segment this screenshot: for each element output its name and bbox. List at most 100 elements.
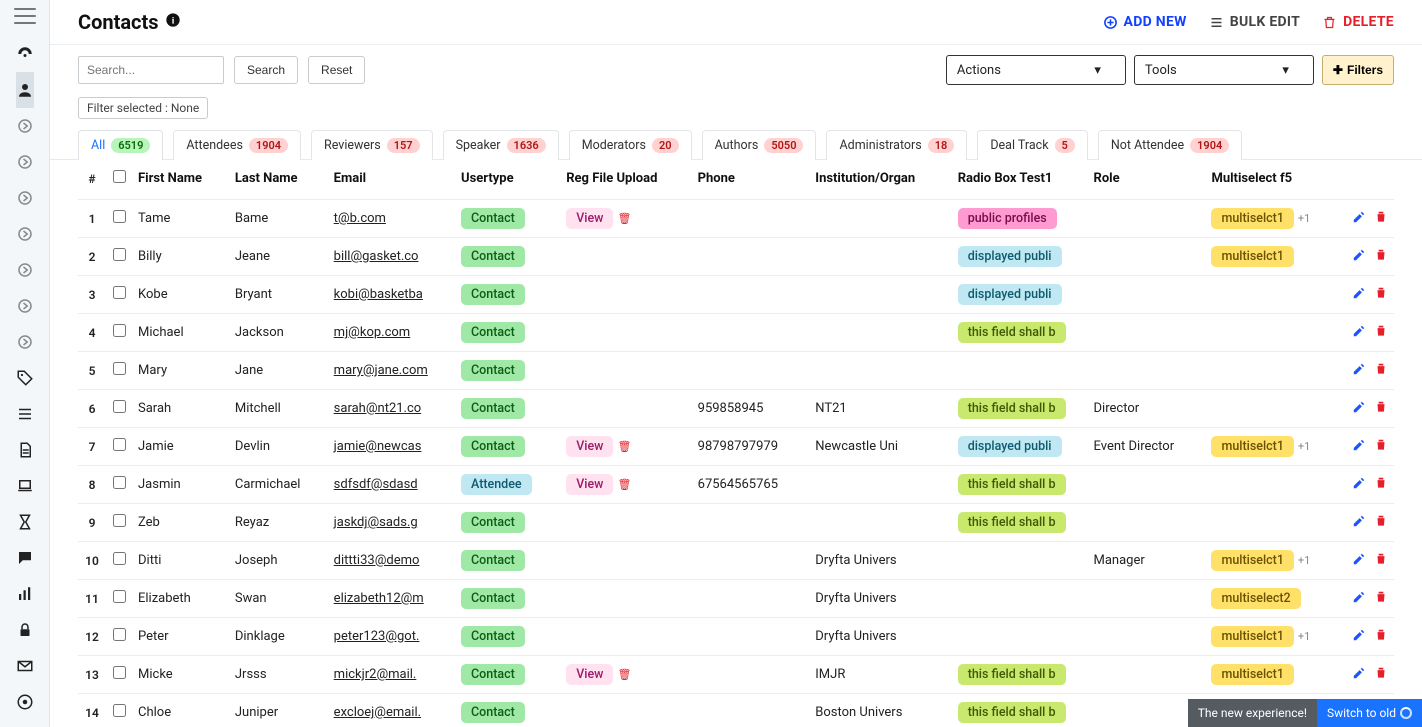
col-header-radio[interactable]: Radio Box Test1 xyxy=(952,160,1088,200)
chevron-icon[interactable] xyxy=(16,180,34,216)
file-view-button[interactable]: View xyxy=(566,436,613,457)
file-delete-icon[interactable]: 🗑 xyxy=(617,212,631,225)
eye-icon[interactable] xyxy=(16,684,34,720)
delete-row-icon[interactable] xyxy=(1374,286,1388,304)
person-icon[interactable] xyxy=(16,72,34,108)
edit-row-icon[interactable] xyxy=(1352,628,1366,646)
col-header-first-name[interactable]: First Name xyxy=(132,160,229,200)
row-checkbox[interactable] xyxy=(113,210,126,223)
edit-row-icon[interactable] xyxy=(1352,476,1366,494)
list-icon[interactable] xyxy=(16,396,34,432)
chevron-icon[interactable] xyxy=(16,216,34,252)
delete-row-icon[interactable] xyxy=(1374,628,1388,646)
edit-row-icon[interactable] xyxy=(1352,666,1366,684)
lock-icon[interactable] xyxy=(16,612,34,648)
search-button[interactable]: Search xyxy=(234,56,298,84)
col-header-institution[interactable]: Institution/Organ xyxy=(809,160,951,200)
edit-row-icon[interactable] xyxy=(1352,362,1366,380)
email-link[interactable]: peter123@got. xyxy=(334,629,420,644)
row-checkbox[interactable] xyxy=(113,628,126,641)
edit-row-icon[interactable] xyxy=(1352,324,1366,342)
email-link[interactable]: mary@jane.com xyxy=(334,363,428,378)
email-link[interactable]: sarah@nt21.co xyxy=(334,401,422,416)
email-link[interactable]: excloej@email. xyxy=(334,705,421,720)
email-link[interactable]: dittti33@demo xyxy=(334,553,420,568)
file-view-button[interactable]: View xyxy=(566,474,613,495)
email-link[interactable]: jamie@newcas xyxy=(334,439,422,454)
table-wrap[interactable]: # First Name Last Name Email Usertype Re… xyxy=(50,160,1422,727)
delete-row-icon[interactable] xyxy=(1374,324,1388,342)
col-header-reg-file[interactable]: Reg File Upload xyxy=(560,160,691,200)
chevron-icon[interactable] xyxy=(16,108,34,144)
tab-reviewers[interactable]: Reviewers157 xyxy=(311,130,433,160)
edit-row-icon[interactable] xyxy=(1352,552,1366,570)
edit-row-icon[interactable] xyxy=(1352,400,1366,418)
row-checkbox[interactable] xyxy=(113,324,126,337)
delete-button[interactable]: DELETE xyxy=(1322,14,1394,30)
chevron-icon[interactable] xyxy=(16,144,34,180)
delete-row-icon[interactable] xyxy=(1374,552,1388,570)
bar-chart-icon[interactable] xyxy=(16,576,34,612)
email-link[interactable]: elizabeth12@m xyxy=(334,591,424,606)
delete-row-icon[interactable] xyxy=(1374,666,1388,684)
menu-toggle[interactable] xyxy=(14,8,36,24)
tab-attendees[interactable]: Attendees1904 xyxy=(173,130,301,160)
delete-row-icon[interactable] xyxy=(1374,438,1388,456)
col-header-usertype[interactable]: Usertype xyxy=(455,160,560,200)
tab-administrators[interactable]: Administrators18 xyxy=(826,130,967,160)
file-view-button[interactable]: View xyxy=(566,664,613,685)
delete-row-icon[interactable] xyxy=(1374,590,1388,608)
tab-moderators[interactable]: Moderators20 xyxy=(569,130,692,160)
row-checkbox[interactable] xyxy=(113,438,126,451)
email-link[interactable]: mickjr2@mail. xyxy=(334,667,417,682)
filters-button[interactable]: ✚ Filters xyxy=(1322,55,1394,85)
row-checkbox[interactable] xyxy=(113,552,126,565)
row-checkbox[interactable] xyxy=(113,514,126,527)
select-all-checkbox[interactable] xyxy=(113,170,126,183)
tag-icon[interactable] xyxy=(16,360,34,396)
email-link[interactable]: bill@gasket.co xyxy=(334,249,419,264)
delete-row-icon[interactable] xyxy=(1374,362,1388,380)
mail-icon[interactable] xyxy=(16,648,34,684)
col-header-role[interactable]: Role xyxy=(1088,160,1206,200)
laptop-icon[interactable] xyxy=(16,468,34,504)
edit-row-icon[interactable] xyxy=(1352,438,1366,456)
filter-chip[interactable]: Filter selected : None xyxy=(78,97,208,119)
chevron-icon[interactable] xyxy=(16,252,34,288)
hourglass-icon[interactable] xyxy=(16,504,34,540)
file-view-button[interactable]: View xyxy=(566,208,613,229)
row-checkbox[interactable] xyxy=(113,476,126,489)
email-link[interactable]: jaskdj@sads.g xyxy=(334,515,418,530)
email-link[interactable]: sdfsdf@sdasd xyxy=(334,477,418,492)
dashboard-icon[interactable] xyxy=(16,36,34,72)
document-icon[interactable] xyxy=(16,432,34,468)
row-checkbox[interactable] xyxy=(113,248,126,261)
delete-row-icon[interactable] xyxy=(1374,476,1388,494)
chevron-icon[interactable] xyxy=(16,288,34,324)
col-header-idx[interactable]: # xyxy=(78,160,106,200)
file-delete-icon[interactable]: 🗑 xyxy=(617,440,631,453)
edit-row-icon[interactable] xyxy=(1352,248,1366,266)
chat-icon[interactable] xyxy=(16,540,34,576)
delete-row-icon[interactable] xyxy=(1374,210,1388,228)
delete-row-icon[interactable] xyxy=(1374,400,1388,418)
row-checkbox[interactable] xyxy=(113,704,126,717)
col-header-phone[interactable]: Phone xyxy=(692,160,810,200)
edit-row-icon[interactable] xyxy=(1352,210,1366,228)
delete-row-icon[interactable] xyxy=(1374,514,1388,532)
edit-row-icon[interactable] xyxy=(1352,514,1366,532)
edit-row-icon[interactable] xyxy=(1352,286,1366,304)
tab-speaker[interactable]: Speaker1636 xyxy=(443,130,559,160)
email-link[interactable]: kobi@basketba xyxy=(334,287,423,302)
actions-select[interactable]: Actions ▾ xyxy=(946,55,1126,85)
email-link[interactable]: t@b.com xyxy=(334,211,386,226)
switch-to-old-button[interactable]: Switch to old xyxy=(1317,699,1422,727)
search-input[interactable] xyxy=(78,56,224,84)
bulk-edit-button[interactable]: BULK EDIT xyxy=(1209,14,1300,30)
edit-row-icon[interactable] xyxy=(1352,590,1366,608)
col-header-email[interactable]: Email xyxy=(328,160,455,200)
email-link[interactable]: mj@kop.com xyxy=(334,325,411,340)
row-checkbox[interactable] xyxy=(113,590,126,603)
file-delete-icon[interactable]: 🗑 xyxy=(617,478,631,491)
col-header-last-name[interactable]: Last Name xyxy=(229,160,328,200)
